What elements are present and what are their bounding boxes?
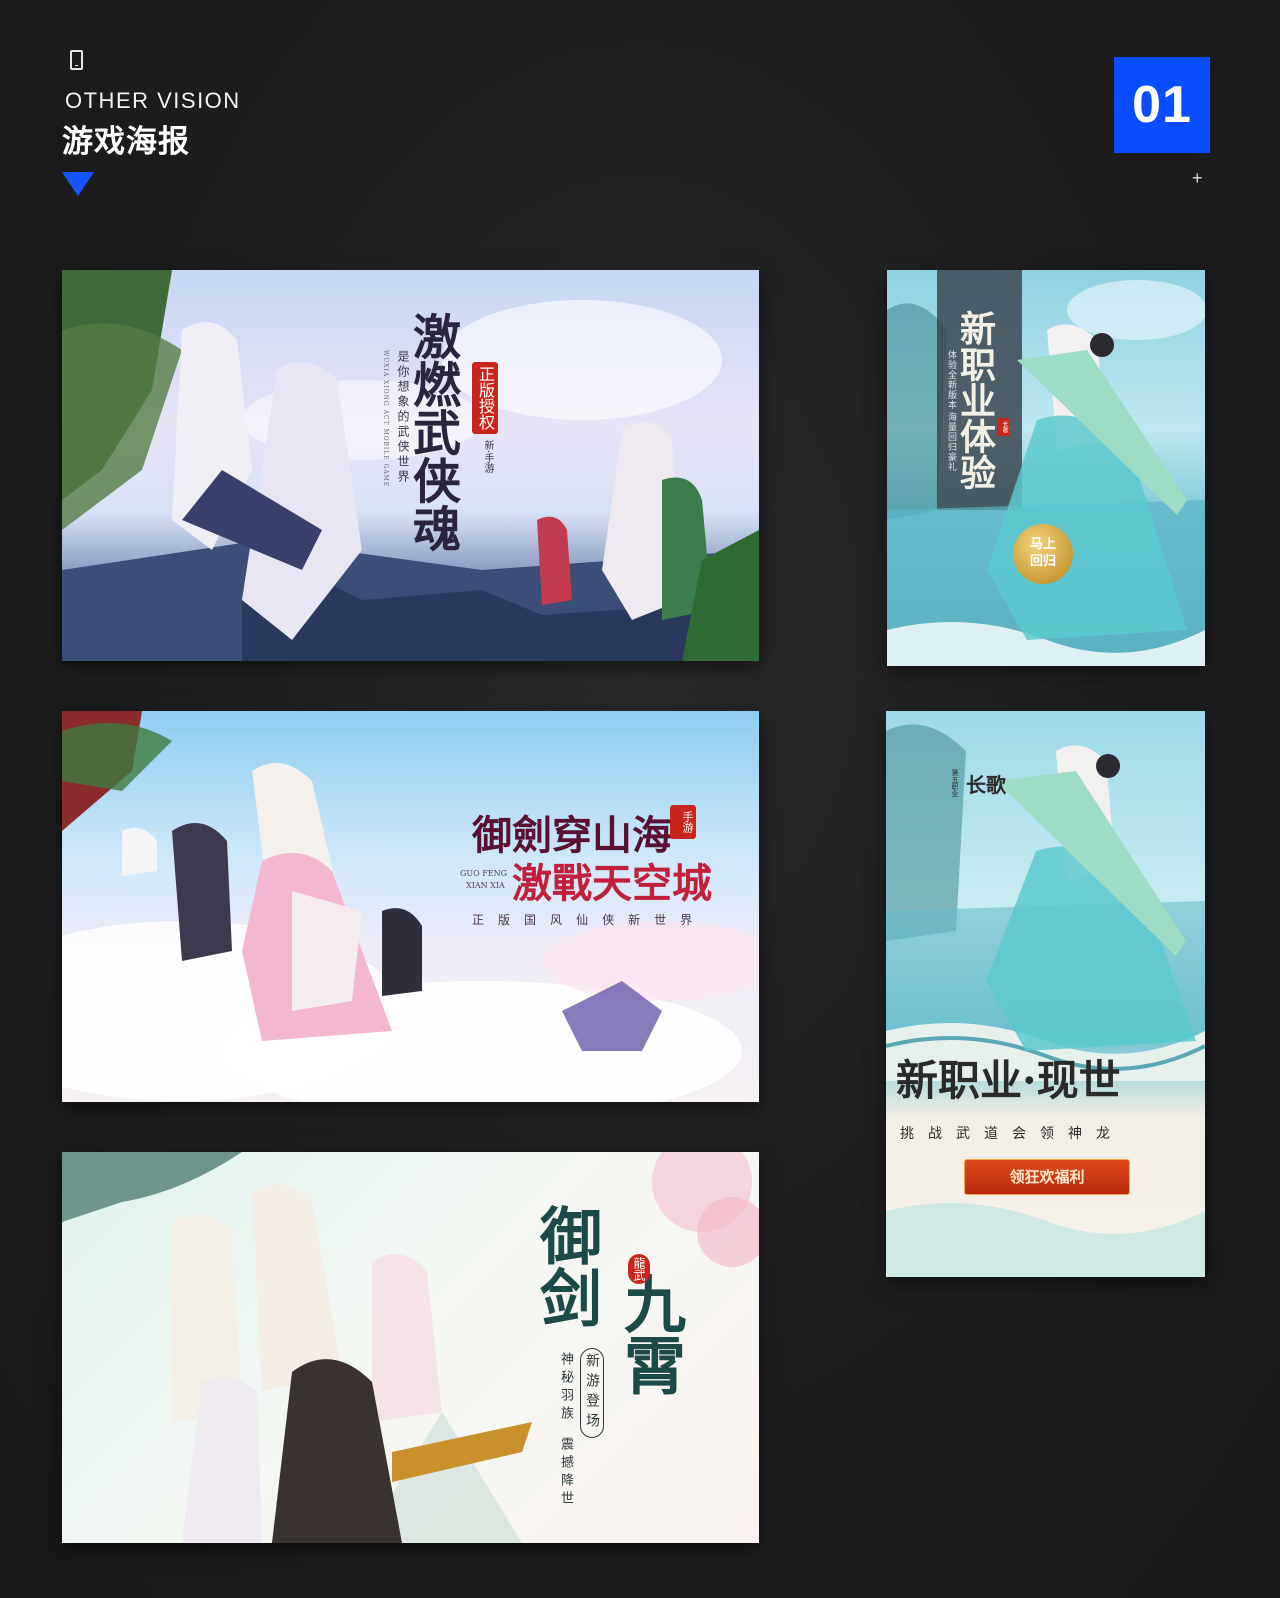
game-poster-3[interactable]: 御剑 九霄 龍武 新游登场 神秘羽族 震撼降世 (62, 1152, 759, 1543)
slogan-char: 挑 (900, 1126, 928, 1142)
poster-4-side-left: 体验全新版本 (946, 350, 956, 410)
slogan-char: 会 (1012, 1126, 1040, 1142)
poster-5-slogan: 挑战武道会领神龙 (900, 1123, 1124, 1143)
poster-1-seal: 正版授权 (472, 362, 498, 434)
poster-3-title-char: 御 (529, 1204, 602, 1266)
poster-2-badge: 手游 (670, 805, 696, 839)
game-poster-5[interactable]: 长歌 第五职业 新职业·现世 挑战武道会领神龙 领狂欢福利 (886, 711, 1205, 1277)
poster-2-english-2: XIAN XIA (466, 881, 505, 890)
game-poster-2[interactable]: 御劍穿山海 激戰天空城 手游 GUO FENG XIAN XIA 正版国风仙侠新… (62, 711, 759, 1102)
triangle-down-icon (62, 172, 94, 196)
poster-1-title-char: 武 (404, 408, 460, 456)
plus-icon: + (1192, 168, 1203, 188)
poster-4-title: 新职业体验 (954, 310, 996, 490)
game-poster-4[interactable]: 新职业体验 体验全新版本 海量回归豪礼 长歌 马上回归 (887, 270, 1205, 666)
poster-5-logo: 长歌 (966, 773, 1006, 797)
slogan-char: 国 (524, 913, 551, 927)
slogan-char: 武 (956, 1126, 984, 1142)
circle-text-char: 新 (584, 1353, 600, 1373)
poster-4-artwork (887, 270, 1205, 666)
circle-text-char: 场 (584, 1413, 600, 1433)
slogan-char: 世 (654, 913, 681, 927)
circle-text-char: 游 (584, 1373, 600, 1393)
slogan-char: 神 (1068, 1126, 1096, 1142)
poster-5-logo-note: 第五职业 (951, 769, 959, 797)
poster-1-subtitle: 是你想象的武侠世界 (396, 350, 410, 485)
section-number-badge: 01 (1114, 57, 1210, 153)
poster-3-slogan-bottom: 震撼降世 (558, 1437, 573, 1509)
slogan-char: 领 (1040, 1126, 1068, 1142)
slogan-char: 侠 (602, 913, 629, 927)
slogan-char: 仙 (576, 913, 603, 927)
poster-2-title-line2: 激戰天空城 (512, 860, 712, 907)
section-subtitle: OTHER VISION (65, 88, 241, 113)
poster-1-tag: 新·手游 (482, 440, 493, 474)
poster-1-title-char: 侠 (404, 456, 460, 504)
slogan-char: 新 (628, 913, 655, 927)
slogan-char: 道 (984, 1126, 1012, 1142)
slogan-char: 界 (680, 913, 707, 927)
poster-1-title-char: 魂 (404, 504, 460, 552)
poster-1-english: WUXIA XIONG ACT MOBILE GAME (382, 350, 389, 488)
slogan-char: 风 (550, 913, 577, 927)
section-title: 游戏海报 (62, 124, 190, 159)
game-poster-1[interactable]: 激燃武侠魂 正版授权 是你想象的武侠世界 WUXIA XIONG ACT MOB… (62, 270, 759, 661)
poster-4-return-button[interactable]: 马上回归 (1013, 524, 1073, 584)
poster-2-english-1: GUO FENG (460, 869, 508, 878)
poster-5-welfare-button[interactable]: 领狂欢福利 (964, 1159, 1130, 1195)
poster-3-title-char: 九 (613, 1272, 686, 1334)
slogan-char: 战 (928, 1126, 956, 1142)
poster-3-title-char: 霄 (613, 1334, 686, 1396)
slogan-char: 正 (472, 913, 499, 927)
poster-5-title: 新职业·现世 (896, 1056, 1121, 1105)
poster-1-title-char: 燃 (404, 360, 460, 408)
phone-icon (70, 50, 83, 70)
slogan-char: 版 (498, 913, 525, 927)
poster-3-seal: 龍武 (628, 1254, 650, 1284)
slogan-char: 龙 (1096, 1126, 1124, 1142)
poster-3-slogan-top: 神秘羽族 (558, 1352, 573, 1424)
poster-1-title-char: 激 (404, 312, 460, 360)
poster-2-slogan: 正版国风仙侠新世界 (472, 911, 706, 928)
poster-4-side-right: 海量回归豪礼 (946, 412, 956, 472)
poster-3-title-char: 剑 (529, 1266, 602, 1328)
poster-4-stamp: 长歌 (997, 418, 1009, 436)
circle-text-char: 登 (584, 1393, 600, 1413)
